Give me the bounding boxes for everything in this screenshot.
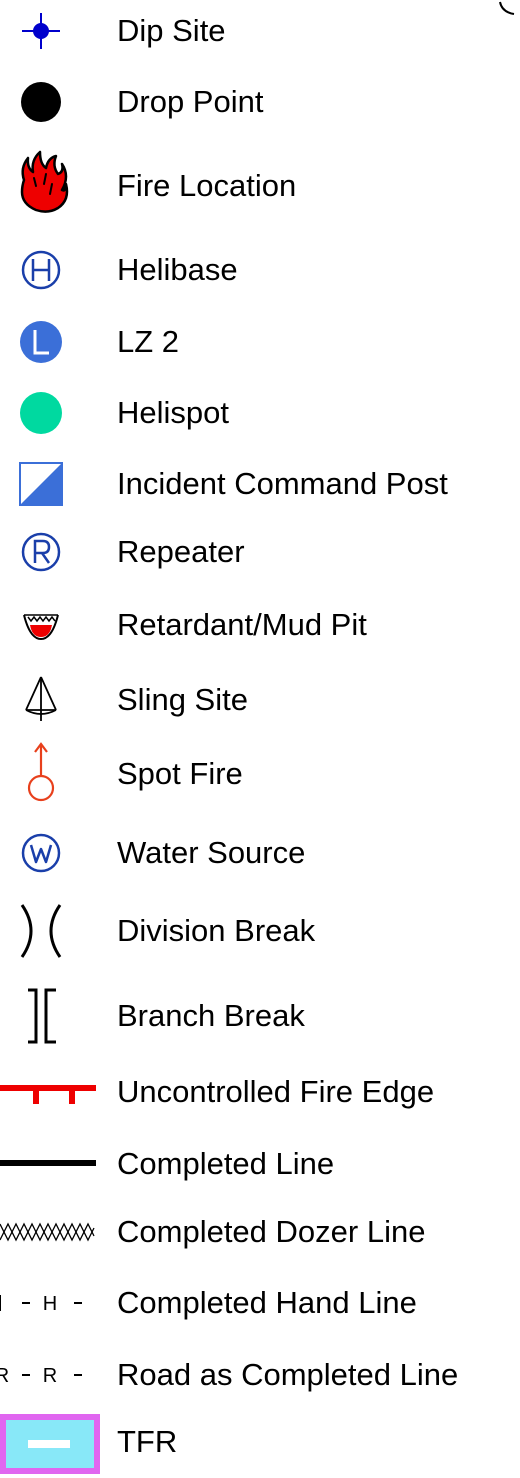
legend-label: Helispot	[117, 395, 229, 430]
legend-item-retardant-mud-pit: Retardant/Mud Pit	[0, 589, 520, 661]
legend-item-tfr: TFR	[0, 1406, 520, 1478]
map-legend: Dip Site Drop Point Fire Location Heliba…	[0, 0, 520, 1474]
legend-label: Repeater	[117, 534, 245, 569]
legend-item-dip-site: Dip Site	[0, 0, 520, 67]
legend-label: TFR	[117, 1424, 178, 1459]
svg-text:R: R	[0, 1365, 9, 1387]
legend-item-incident-command-post: Incident Command Post	[0, 448, 520, 520]
svg-text:H: H	[43, 1293, 57, 1315]
legend-label: Dip Site	[117, 13, 226, 48]
helibase-icon	[21, 250, 61, 290]
tfr-icon	[0, 1414, 100, 1474]
legend-label: Fire Location	[117, 168, 297, 203]
hand-line-icon: H	[0, 1293, 82, 1315]
legend-item-helibase: Helibase	[0, 234, 520, 306]
landing-zone-icon	[20, 321, 62, 363]
spot-fire-icon	[27, 742, 55, 802]
legend-item-sling-site: Sling Site	[0, 664, 520, 736]
command-post-icon	[19, 462, 63, 506]
legend-label: Completed Hand Line	[117, 1285, 417, 1320]
legend-item-drop-point: Drop Point	[0, 66, 520, 138]
water-source-icon	[21, 833, 61, 873]
dozer-line-icon	[0, 1222, 95, 1242]
legend-label: Division Break	[117, 913, 316, 948]
flame-icon	[20, 150, 69, 213]
legend-label: Completed Dozer Line	[117, 1214, 426, 1249]
sling-site-icon	[25, 676, 57, 721]
legend-item-helispot: Helispot	[0, 377, 520, 449]
legend-item-lz-2: LZ 2	[0, 306, 520, 378]
legend-label: Helibase	[117, 252, 238, 287]
drop-point-icon	[21, 82, 61, 122]
legend-item-completed-dozer-line: Completed Dozer Line	[0, 1196, 520, 1268]
legend-label: Completed Line	[117, 1146, 335, 1181]
legend-label: Drop Point	[117, 84, 264, 119]
legend-item-road-as-completed-line: R R Road as Completed Line	[0, 1339, 520, 1411]
legend-label: Incident Command Post	[117, 466, 448, 501]
legend-item-spot-fire: Spot Fire	[0, 738, 520, 810]
legend-label: LZ 2	[117, 324, 180, 359]
branch-break-icon	[28, 988, 56, 1044]
legend-label: Uncontrolled Fire Edge	[117, 1074, 435, 1109]
legend-label: Sling Site	[117, 682, 248, 717]
legend-item-branch-break: Branch Break	[0, 980, 520, 1052]
retardant-pit-icon	[23, 614, 59, 641]
road-line-icon: R R	[0, 1365, 82, 1387]
legend-item-repeater: Repeater	[0, 516, 520, 588]
legend-item-uncontrolled-fire-edge: Uncontrolled Fire Edge	[0, 1056, 520, 1128]
legend-label: Road as Completed Line	[117, 1357, 459, 1392]
division-break-icon	[20, 904, 62, 958]
legend-item-fire-location: Fire Location	[0, 150, 520, 222]
legend-item-division-break: Division Break	[0, 895, 520, 967]
uncontrolled-fire-edge-icon	[0, 1085, 96, 1104]
legend-label: Spot Fire	[117, 756, 243, 791]
dip-site-icon	[22, 13, 60, 49]
completed-line-icon	[0, 1160, 96, 1166]
legend-label: Retardant/Mud Pit	[117, 607, 367, 642]
legend-item-completed-hand-line: H Completed Hand Line	[0, 1267, 520, 1339]
legend-label: Branch Break	[117, 998, 305, 1033]
helispot-icon	[20, 392, 62, 434]
repeater-icon	[21, 532, 61, 572]
legend-item-completed-line: Completed Line	[0, 1128, 520, 1200]
legend-item-water-source: Water Source	[0, 817, 520, 889]
legend-label: Water Source	[117, 835, 306, 870]
svg-text:R: R	[43, 1365, 57, 1387]
